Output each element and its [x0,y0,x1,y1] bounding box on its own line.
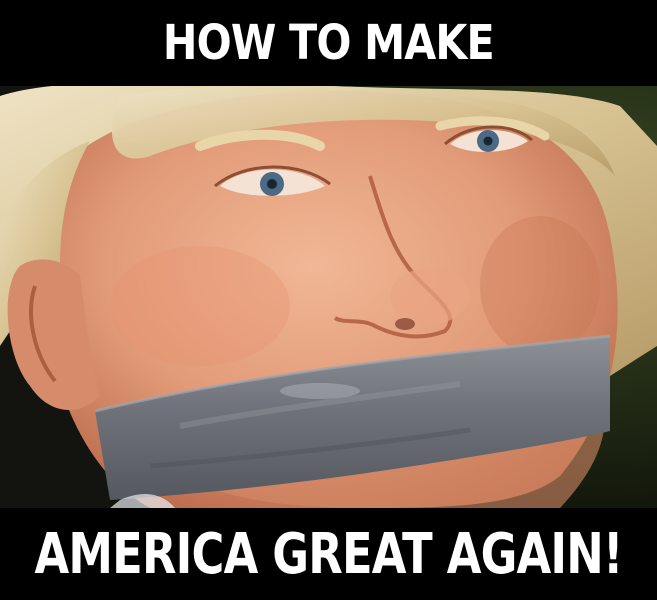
face-photo [0,86,657,508]
top-caption-text: HOW TO MAKE [163,15,495,71]
bottom-caption-text: AMERICA GREAT AGAIN! [34,521,623,587]
top-caption-band: HOW TO MAKE [0,0,657,86]
meme-image: HOW TO MAKE AMERICA GREAT AGAIN! [0,0,657,600]
bottom-caption-band: AMERICA GREAT AGAIN! [0,508,657,600]
